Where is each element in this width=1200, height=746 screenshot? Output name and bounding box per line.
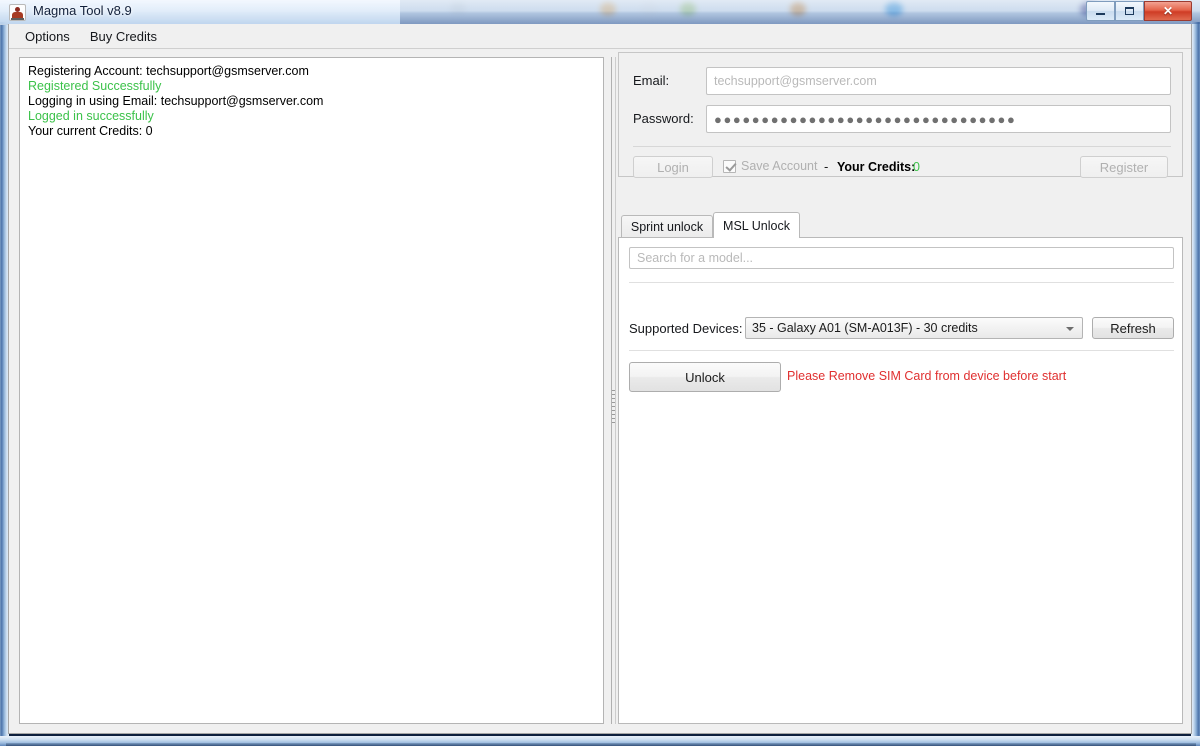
panel-separator-bottom [629,350,1174,351]
sim-warning-text: Please Remove SIM Card from device befor… [787,369,1067,383]
app-icon-base [11,18,24,20]
tab-strip: Sprint unlock MSL Unlock [618,212,1183,238]
splitter-line-right [615,57,616,724]
log-line: Logging in using Email: techsupport@gsms… [28,94,324,108]
refresh-button[interactable]: Refresh [1092,317,1174,339]
password-mask: ●●●●●●●●●●●●●●●●●●●●●●●●●●●●●●●● [714,111,1017,127]
login-button[interactable]: Login [633,156,713,178]
minimize-button[interactable] [1086,1,1115,21]
log-line: Logged in successfully [28,109,154,123]
menu-item-options[interactable]: Options [17,26,78,47]
log-line: Your current Credits: 0 [28,124,153,138]
log-line: Registering Account: techsupport@gsmserv… [28,64,309,78]
right-pane: Email: techsupport@gsmserver.com Passwor… [618,52,1183,724]
group-separator [633,146,1171,147]
password-input[interactable]: ●●●●●●●●●●●●●●●●●●●●●●●●●●●●●●●● [706,105,1171,133]
title-bar[interactable]: Magma Tool v8.9 ✕ [0,0,1200,25]
app-icon [9,4,26,21]
search-input[interactable]: Search for a model... [629,247,1174,269]
panel-separator-top [629,282,1174,283]
close-button[interactable]: ✕ [1144,1,1192,21]
selected-device-text: 35 - Galaxy A01 (SM-A013F) - 30 credits [752,321,978,335]
supported-devices-select[interactable]: 35 - Galaxy A01 (SM-A013F) - 30 credits [745,317,1083,339]
msl-unlock-panel: Search for a model... Supported Devices:… [618,237,1183,724]
maximize-icon [1116,2,1143,20]
email-row: Email: techsupport@gsmserver.com [619,67,1182,97]
credits-label: Your Credits: [837,160,916,174]
log-line: Registered Successfully [28,79,162,93]
register-button[interactable]: Register [1080,156,1168,178]
credits-dash: - [824,159,829,174]
credits-value: 0 [913,160,920,174]
tab-msl-unlock[interactable]: MSL Unlock [713,212,800,238]
log-output-panel[interactable]: Registering Account: techsupport@gsmserv… [19,57,604,724]
password-row: Password: ●●●●●●●●●●●●●●●●●●●●●●●●●●●●●●… [619,105,1182,135]
email-label: Email: [633,73,670,88]
supported-devices-label: Supported Devices: [629,321,743,336]
unlock-button[interactable]: Unlock [629,362,781,392]
menu-bar: Options Buy Credits [9,24,1191,49]
save-account-checkbox[interactable]: Save Account [723,159,817,173]
close-icon: ✕ [1162,4,1174,18]
minimize-icon [1087,2,1114,20]
checkbox-indicator[interactable] [723,159,736,173]
email-input[interactable]: techsupport@gsmserver.com [706,67,1171,95]
splitter-grip[interactable] [612,390,615,424]
chevron-down-icon [1066,327,1074,331]
pane-splitter[interactable] [609,57,618,724]
client-area: Options Buy Credits Registering Account:… [8,24,1192,734]
save-account-label: Save Account [741,159,818,173]
account-group-panel: Email: techsupport@gsmserver.com Passwor… [618,52,1183,178]
password-label: Password: [633,111,694,126]
tab-sprint-unlock[interactable]: Sprint unlock [621,215,713,238]
application-window: Magma Tool v8.9 ✕ Options Buy Credits Re… [0,0,1200,746]
window-frame-right [1191,22,1200,746]
window-title: Magma Tool v8.9 [33,3,132,18]
menu-item-buy-credits[interactable]: Buy Credits [82,26,165,47]
maximize-button[interactable] [1115,1,1144,21]
